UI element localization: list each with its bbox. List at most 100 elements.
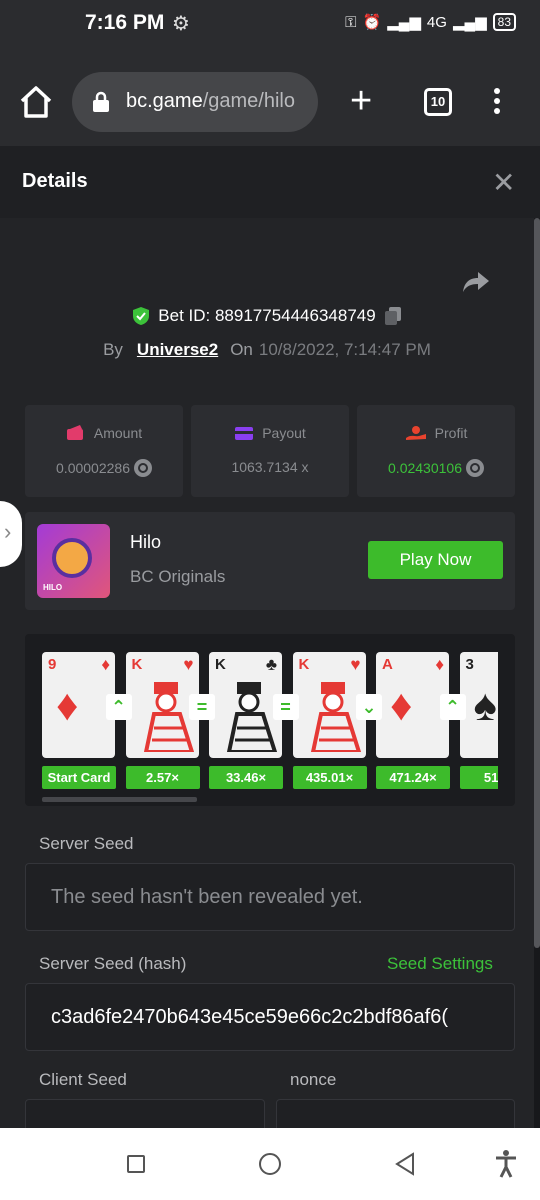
payout-stat: Payout 1063.7134 x	[191, 405, 349, 497]
back-icon[interactable]	[394, 1152, 416, 1176]
bet-id: Bet ID: 88917754446348749	[158, 306, 376, 325]
status-bar: 7:16 PM ⚙ ⚿ ⏰ ▂▄▆ 4G ▂▄▆ 83	[0, 0, 540, 50]
card-row[interactable]: 9 ♦ ♦ Start Card K ♥ 2.57× ⌃ K ♣ 33.46× = K ♥ 435.01× =…	[42, 652, 498, 806]
profit-stat: Profit 0.02430106	[357, 405, 515, 497]
details-header: Details ✕	[0, 146, 540, 218]
page-scrollbar[interactable]	[534, 218, 540, 948]
server-seed-hash-field[interactable]: c3ad6fe2470b643e45ce59e66c2c2bdf86af6(	[25, 983, 515, 1051]
currency-coin-icon	[133, 459, 152, 477]
playing-card: K ♥	[292, 652, 366, 758]
card-history[interactable]: 9 ♦ ♦ Start Card K ♥ 2.57× ⌃ K ♣ 33.46× = K ♥ 435.01× =…	[25, 634, 515, 806]
game-card: HILO Hilo BC Originals Play Now	[25, 512, 515, 610]
more-menu-icon[interactable]	[494, 88, 500, 118]
client-seed-label: Client Seed	[39, 1070, 127, 1089]
game-provider: BC Originals	[130, 567, 226, 586]
card-history-item: A ♦ ♦ 471.24×	[376, 652, 452, 789]
nonce-field[interactable]	[276, 1099, 515, 1128]
accessibility-icon[interactable]	[494, 1150, 518, 1178]
bet-id-row: Bet ID: 88917754446348749	[0, 306, 534, 326]
server-seed-field: The seed hasn't been revealed yet.	[25, 863, 515, 931]
card-rank: K	[215, 656, 226, 673]
currency-coin-icon	[465, 459, 484, 477]
url-bar[interactable]: bc.game/game/hilo	[72, 72, 318, 132]
new-tab-button[interactable]: +	[350, 82, 372, 120]
profit-icon	[405, 426, 426, 440]
amount-stat: Amount 0.00002286	[25, 405, 183, 497]
card-suit-icon: ♦	[101, 655, 110, 674]
key-icon: ⚿	[345, 13, 357, 31]
bet-details-panel: Bet ID: 88917754446348749 By Universe2 On 1…	[0, 218, 534, 1128]
by-label: By	[103, 340, 123, 359]
bet-stats: Amount 0.00002286 Payout 1063.7134 x Pro…	[25, 405, 515, 497]
playing-card: K ♥	[125, 652, 199, 758]
amount-value: 0.00002286	[56, 460, 130, 476]
signal-bars-icon: ▂▄▆	[452, 14, 487, 31]
on-label: On	[230, 340, 253, 359]
network-label: 4G	[426, 13, 447, 31]
card-history-item: K ♥ 2.57×	[125, 652, 202, 789]
mascot-icon	[52, 538, 92, 578]
verified-shield-icon	[133, 307, 150, 325]
card-history-item: K ♣ 33.46×	[209, 652, 285, 789]
guess-direction-icon: =	[189, 694, 215, 720]
url-text: bc.game/game/hilo	[126, 90, 295, 113]
status-time: 7:16 PM	[85, 11, 165, 34]
game-name: Hilo	[130, 532, 162, 552]
client-seed-field[interactable]	[25, 1099, 265, 1128]
card-rank: A	[382, 656, 393, 673]
payout-icon	[235, 427, 254, 440]
card-rank: K	[298, 656, 310, 673]
card-history-scrollbar[interactable]	[42, 797, 197, 802]
playing-card: 9 ♦ ♦	[42, 652, 115, 758]
close-icon[interactable]: ✕	[492, 166, 515, 199]
amount-icon	[66, 425, 83, 440]
profit-label: Profit	[434, 425, 468, 441]
payout-value: 1063.7134 x	[231, 459, 309, 475]
hilo-thumbnail[interactable]: HILO	[37, 524, 110, 598]
status-icons: ⚿ ⏰ ▂▄▆ 4G ▂▄▆ 83	[345, 13, 516, 31]
card-multiplier: Start Card	[42, 766, 116, 789]
browser-toolbar: bc.game/game/hilo + 10	[0, 50, 540, 146]
url-domain: bc.game	[126, 90, 203, 112]
url-path: /game/hilo	[202, 90, 295, 112]
card-suit-icon: ♣	[265, 655, 277, 674]
play-now-button[interactable]: Play Now	[368, 541, 503, 579]
card-multiplier: 33.46×	[209, 766, 283, 789]
bet-byline: By Universe2 On 10/8/2022, 7:14:47 PM	[0, 340, 534, 360]
seed-settings-link[interactable]: Seed Settings	[387, 954, 493, 974]
signal-icon: ▂▄▆	[387, 14, 421, 31]
server-seed-hash-label: Server Seed (hash)	[39, 954, 187, 973]
card-rank: 9	[48, 656, 57, 673]
amount-label: Amount	[93, 425, 143, 441]
card-history-item: 9 ♦ ♦ Start Card	[42, 652, 118, 789]
playing-card: K ♣	[209, 652, 282, 758]
server-seed-label: Server Seed	[39, 834, 134, 853]
card-rank: 3	[465, 656, 474, 673]
card-multiplier: 435.01×	[292, 766, 367, 789]
copy-icon[interactable]	[384, 306, 402, 326]
guess-direction-icon: ⌃	[105, 694, 132, 720]
tab-switcher-button[interactable]: 10	[424, 88, 452, 116]
card-suit-icon: ♥	[183, 655, 194, 674]
card-suit-icon: ♦	[435, 655, 444, 674]
home-icon[interactable]	[18, 84, 54, 120]
android-nav-bar	[0, 1128, 540, 1200]
user-link[interactable]: Universe2	[137, 340, 218, 359]
battery-icon: 83	[492, 13, 516, 31]
guess-direction-icon: ⌃	[439, 694, 466, 720]
card-history-item: K ♥ 435.01×	[292, 652, 369, 789]
recent-apps-icon[interactable]	[127, 1155, 145, 1173]
home-nav-icon[interactable]	[259, 1153, 281, 1175]
card-rank: K	[131, 656, 143, 673]
card-multiplier: 510.	[459, 766, 498, 789]
guess-direction-icon: ⌄	[356, 694, 382, 720]
alarm-icon: ⏰	[362, 14, 382, 31]
card-history-item: 3♠♠510.	[459, 652, 498, 789]
share-icon[interactable]	[462, 270, 490, 294]
profit-value: 0.02430106	[388, 460, 462, 476]
settings-gear-icon: ⚙	[172, 13, 190, 35]
lock-icon	[93, 91, 109, 112]
payout-label: Payout	[262, 425, 306, 441]
nonce-label: nonce	[290, 1070, 337, 1089]
bet-date: 10/8/2022, 7:14:47 PM	[258, 340, 431, 359]
